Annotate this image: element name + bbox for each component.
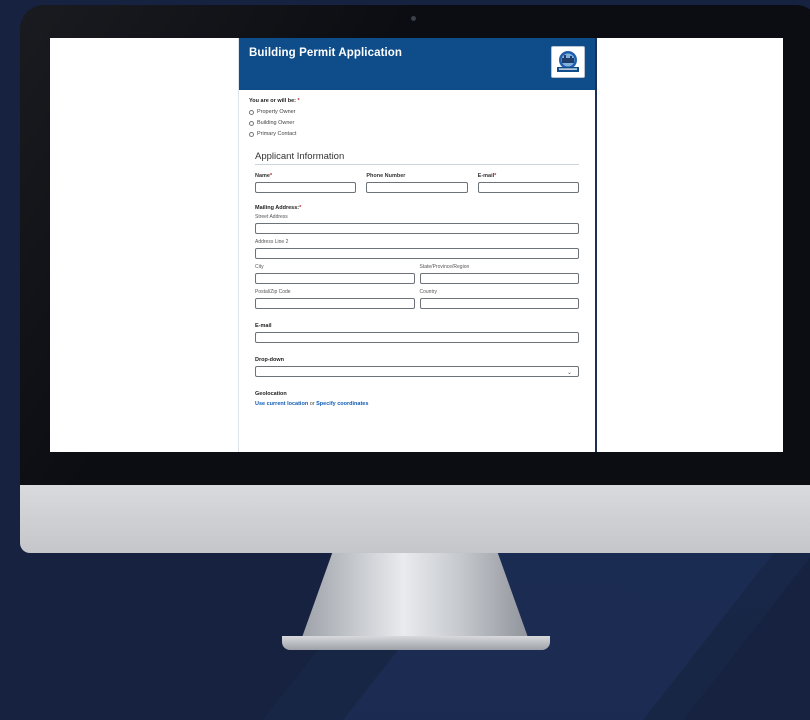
street-input[interactable] <box>255 223 579 234</box>
required-marker: * <box>297 98 300 104</box>
email-field-group: E-mail* <box>477 173 579 193</box>
email2-group: E-mail <box>255 323 579 343</box>
radio-label: Primary Contact <box>257 131 297 137</box>
radio-primary-contact[interactable]: Primary Contact <box>249 131 579 137</box>
mailing-address-group: Mailing Address:* Street Address Address… <box>255 205 579 259</box>
zip-label: Postal/Zip Code <box>255 289 291 295</box>
name-phone-email-row: Name* Phone Number E-mail* <box>255 173 579 193</box>
city-label: City <box>255 264 264 270</box>
section-title-applicant: Applicant Information <box>255 151 579 165</box>
name-label: Name* <box>255 173 356 179</box>
zip-field-group: Postal/Zip Code <box>255 289 415 309</box>
phone-label: Phone Number <box>366 173 406 179</box>
required-marker: * <box>269 173 273 179</box>
phone-input[interactable] <box>366 182 468 193</box>
email-label-text: E-mail <box>477 173 495 179</box>
radio-circle[interactable] <box>249 109 254 115</box>
email2-input[interactable] <box>255 332 579 343</box>
form-body: You are or will be: * Property Owner Bui… <box>239 90 595 407</box>
dropdown-group: Drop-down ⌄ <box>255 357 579 377</box>
email-label: E-mail* <box>478 173 579 179</box>
geolocation-links: Use current location or Specify coordina… <box>255 401 579 407</box>
use-current-location-link[interactable]: Use current location <box>255 401 308 407</box>
email-input[interactable] <box>477 182 579 193</box>
form-panel: Building Permit Application You are or w… <box>239 38 597 452</box>
mailing-label-text: Mailing Address: <box>255 205 300 211</box>
specify-coordinates-link[interactable]: Specify coordinates <box>316 401 368 407</box>
monitor-stand-base <box>282 636 550 650</box>
name-field-group: Name* <box>255 173 357 193</box>
email2-label: E-mail <box>255 323 272 329</box>
name-label-text: Name <box>255 173 270 179</box>
form-header: Building Permit Application <box>239 38 595 90</box>
dropdown-select[interactable]: ⌄ <box>255 366 579 377</box>
geolocation-group: Geolocation <box>255 391 579 397</box>
camera-icon <box>411 16 416 21</box>
radio-circle[interactable] <box>249 131 254 137</box>
address2-label: Address Line 2 <box>255 239 289 245</box>
required-marker: * <box>494 173 497 179</box>
phone-field-group: Phone Number <box>366 173 468 193</box>
dropdown-label: Drop-down <box>255 357 285 363</box>
zip-country-row: Postal/Zip Code Country <box>255 289 579 309</box>
state-field-group: State/Province/Region <box>419 264 579 284</box>
street-label: Street Address <box>255 214 288 220</box>
monitor-stand <box>300 553 530 643</box>
city-state-row: City State/Province/Region <box>255 264 579 284</box>
state-label: State/Province/Region <box>419 264 470 270</box>
country-label: Country <box>419 289 438 295</box>
radio-circle[interactable] <box>249 120 254 126</box>
country-field-group: Country <box>419 289 579 309</box>
monitor-screen: Building Permit Application You are or w… <box>50 38 783 452</box>
chevron-down-icon[interactable]: ⌄ <box>567 369 572 376</box>
zip-input[interactable] <box>255 298 415 309</box>
required-marker: * <box>299 205 302 211</box>
state-input[interactable] <box>419 273 579 284</box>
role-question: You are or will be: * <box>249 98 579 104</box>
role-question-text: You are or will be: <box>249 98 296 104</box>
geo-or-text: or <box>309 401 315 407</box>
geolocation-label: Geolocation <box>255 391 287 397</box>
country-input[interactable] <box>419 298 579 309</box>
name-input[interactable] <box>255 182 357 193</box>
city-field-group: City <box>255 264 415 284</box>
radio-label: Building Owner <box>257 120 295 126</box>
mailing-label: Mailing Address:* <box>255 205 579 211</box>
radio-label: Property Owner <box>257 109 296 115</box>
page-title: Building Permit Application <box>249 47 403 59</box>
address2-input[interactable] <box>255 248 579 259</box>
city-input[interactable] <box>255 273 415 284</box>
monitor-chin <box>20 485 810 553</box>
radio-property-owner[interactable]: Property Owner <box>249 109 579 115</box>
radio-building-owner[interactable]: Building Owner <box>249 120 579 126</box>
city-seal-icon <box>551 46 585 78</box>
